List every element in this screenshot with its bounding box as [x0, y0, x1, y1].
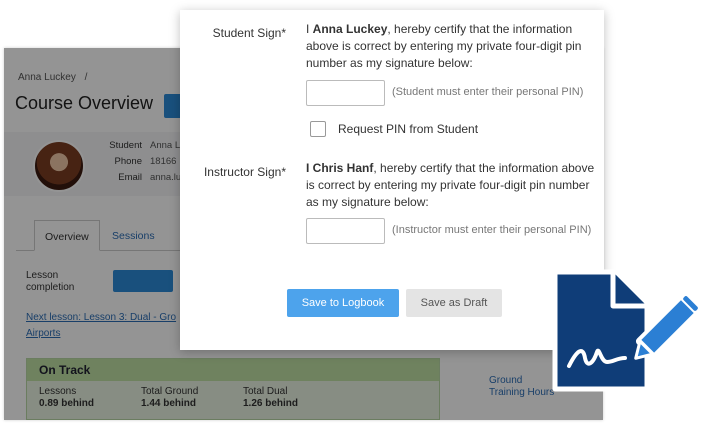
request-pin-checkbox[interactable] [310, 121, 326, 137]
save-as-draft-button[interactable]: Save as Draft [406, 289, 502, 317]
instructor-name: Chris Hanf [312, 161, 374, 175]
student-name: Anna Luckey [312, 22, 388, 36]
instructor-pin-input[interactable] [306, 218, 385, 244]
save-to-logbook-button[interactable]: Save to Logbook [287, 289, 399, 317]
document-signature-icon [552, 269, 702, 392]
signature-modal: Student Sign* I Anna Luckey, hereby cert… [180, 10, 604, 350]
request-pin-label[interactable]: Request PIN from Student [338, 122, 478, 136]
student-pin-input[interactable] [306, 80, 385, 106]
instructor-certification-text: I Chris Hanf, hereby certify that the in… [306, 160, 598, 211]
student-sign-label: Student Sign* [212, 26, 286, 40]
instructor-pin-hint: (Instructor must enter their personal PI… [392, 224, 592, 236]
instructor-cert-prefix: I [306, 161, 313, 175]
student-certification-text: I Anna Luckey, hereby certify that the i… [306, 21, 598, 72]
instructor-sign-label: Instructor Sign* [203, 165, 286, 179]
student-cert-prefix: I [306, 22, 313, 36]
student-pin-hint: (Student must enter their personal PIN) [392, 86, 584, 98]
